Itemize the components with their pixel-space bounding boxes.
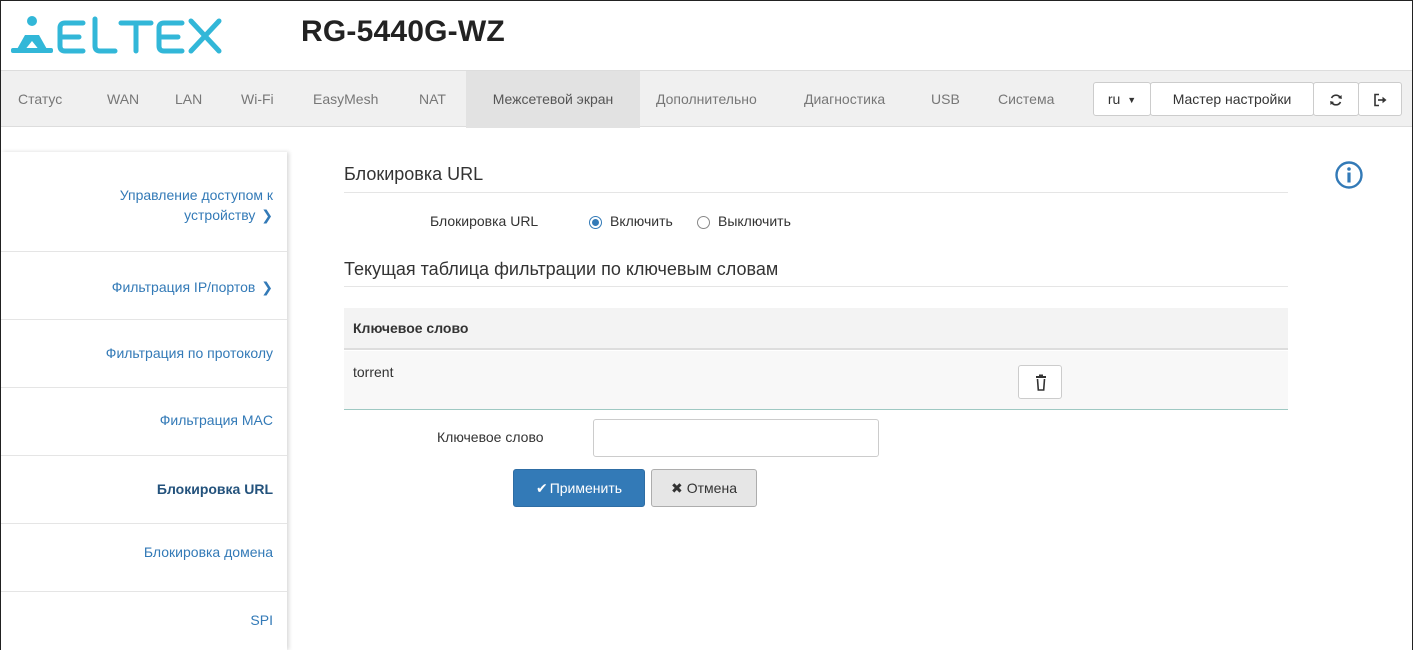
table-row: torrent (344, 351, 1288, 410)
language-value: ru (1107, 91, 1121, 107)
keyword-input[interactable] (593, 419, 879, 457)
nav-wan[interactable]: WAN (107, 71, 139, 128)
sidebar-item-device-access[interactable]: Управление доступом к устройству ❯ (1, 152, 287, 252)
sidebar-item-spi[interactable]: SPI (1, 593, 287, 650)
refresh-button[interactable] (1313, 82, 1359, 116)
divider (344, 192, 1288, 193)
sidebar-item-label: Фильтрация IP/портов (111, 279, 256, 295)
header: RG-5440G-WZ (1, 1, 1412, 61)
radio-disable[interactable] (697, 216, 710, 229)
nav-usb[interactable]: USB (931, 71, 960, 128)
cancel-button-label: Отмена (686, 480, 737, 496)
close-icon: ✖ (671, 480, 683, 496)
nav-wifi[interactable]: Wi-Fi (241, 71, 274, 128)
caret-down-icon: ▼ (1127, 95, 1137, 105)
nav-firewall[interactable]: Межсетевой экран (466, 71, 640, 128)
table-cell-keyword: torrent (353, 364, 394, 380)
table-header: Ключевое слово (344, 308, 1288, 350)
nav-nat[interactable]: NAT (419, 71, 446, 128)
chevron-right-icon: ❯ (261, 207, 273, 223)
nav-diagnostics[interactable]: Диагностика (804, 71, 885, 128)
nav-easymesh[interactable]: EasyMesh (313, 71, 378, 128)
section-title: Блокировка URL (344, 164, 484, 184)
logout-button[interactable] (1358, 82, 1402, 116)
logout-icon (1374, 93, 1387, 107)
sidebar-item-label: Фильтрация по протоколу (105, 345, 273, 361)
setup-wizard-button[interactable]: Мастер настройки (1150, 82, 1314, 116)
sidebar-item-label: Блокировка домена (143, 544, 273, 560)
url-block-toggle-label: Блокировка URL (430, 213, 539, 229)
apply-button[interactable]: ✔ Применить (513, 469, 645, 507)
model-title: RG-5440G-WZ (301, 15, 505, 48)
sidebar-item-label: устройству (184, 207, 256, 223)
sidebar-item-label: Управление доступом к (119, 187, 273, 203)
check-icon: ✔ (535, 480, 548, 496)
trash-icon (1036, 374, 1046, 391)
nav-status[interactable]: Статус (18, 71, 62, 128)
info-icon[interactable] (1334, 160, 1364, 190)
nav-lan[interactable]: LAN (175, 71, 202, 128)
eltex-logo (11, 15, 231, 55)
refresh-icon (1330, 94, 1342, 106)
sidebar-item-mac-filter[interactable]: Фильтрация MAC (1, 389, 287, 456)
chevron-right-icon: ❯ (261, 279, 273, 295)
nav-advanced[interactable]: Дополнительно (656, 71, 757, 128)
top-navbar: Статус WAN LAN Wi-Fi EasyMesh NAT Межсет… (1, 70, 1412, 128)
sidebar-item-label: Блокировка URL (156, 481, 273, 497)
keyword-field-label: Ключевое слово (437, 429, 544, 445)
sidebar-item-ip-port-filter[interactable]: Фильтрация IP/портов ❯ (1, 253, 287, 320)
language-dropdown[interactable]: ru ▼ (1093, 82, 1151, 116)
radio-enable[interactable] (589, 216, 602, 229)
divider (344, 286, 1288, 287)
radio-disable-label[interactable]: Выключить (718, 213, 791, 229)
sidebar-item-url-block[interactable]: Блокировка URL (1, 457, 287, 524)
cancel-button[interactable]: ✖ Отмена (651, 469, 757, 507)
radio-enable-label[interactable]: Включить (610, 213, 673, 229)
sidebar-item-label: SPI (250, 612, 273, 628)
sidebar-item-domain-block[interactable]: Блокировка домена (1, 525, 287, 592)
apply-button-label: Применить (549, 480, 623, 496)
sidebar-item-protocol-filter[interactable]: Фильтрация по протоколу (1, 321, 287, 388)
table-title: Текущая таблица фильтрации по ключевым с… (344, 259, 779, 279)
delete-button[interactable] (1018, 365, 1062, 399)
sidebar-item-label: Фильтрация MAC (159, 412, 273, 428)
column-header-keyword: Ключевое слово (353, 320, 469, 336)
nav-system[interactable]: Система (998, 71, 1054, 128)
sidebar: Управление доступом к устройству ❯ Фильт… (1, 152, 287, 650)
